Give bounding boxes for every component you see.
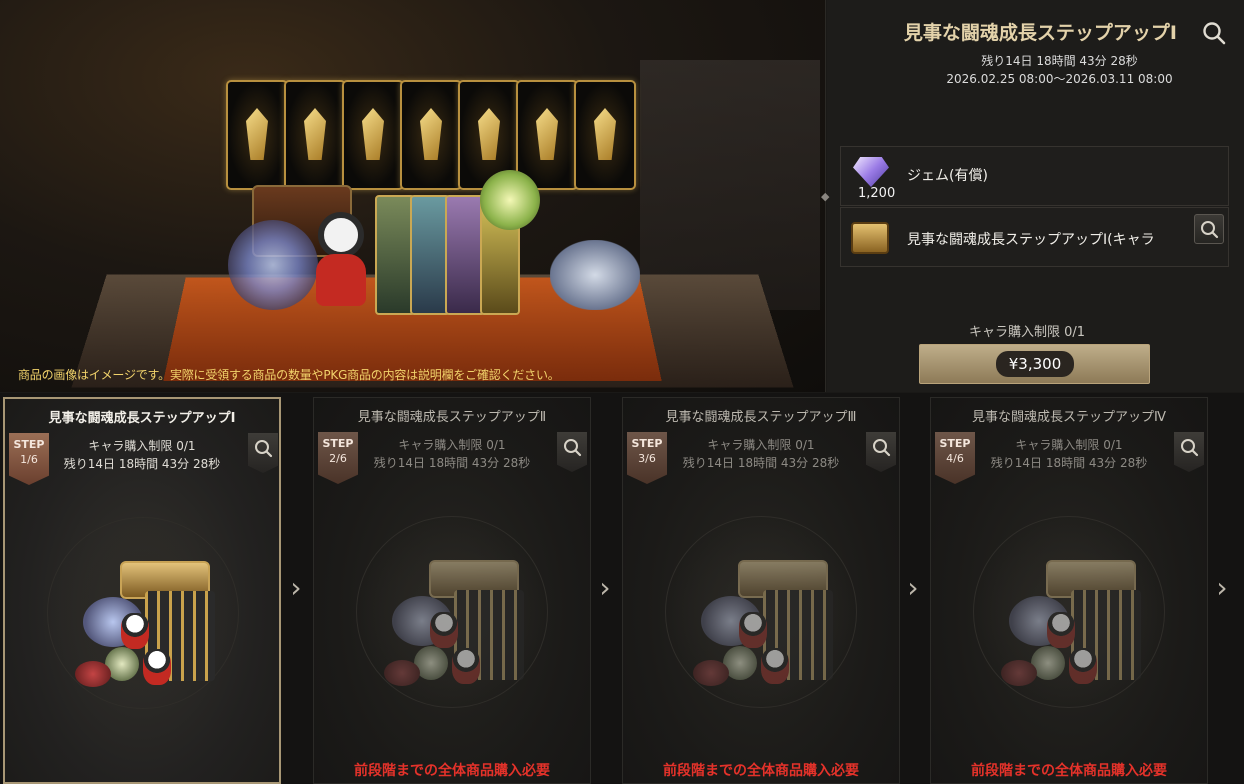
package-title: 見事な闘魂成長ステップアップⅠ [903, 22, 1177, 44]
search-icon [873, 439, 891, 457]
cat-doll-decoration [310, 212, 372, 307]
scroll-right-arrow[interactable]: › [1213, 573, 1231, 603]
chevron-right-icon: › [290, 571, 302, 604]
package-item-row: 見事な闘魂成長ステップアップⅠ(キャラ [840, 207, 1229, 267]
shop-package-screen: 商品の画像はイメージです。実際に受領する商品の数量やPKG商品の内容は説明欄をご… [0, 0, 1244, 784]
wings-decoration [550, 240, 640, 310]
panel-divider-handle: ◆ [821, 190, 830, 203]
step-detail-button[interactable] [866, 432, 896, 472]
search-icon [564, 439, 582, 457]
gem-icon [853, 157, 889, 187]
step-remaining-time: 残り14日 18時間 43分 28秒 [990, 456, 1148, 470]
step-title: 見事な闘魂成長ステップアップⅡ [357, 410, 547, 425]
package-item-row: 1,200 ジェム(有償) [840, 146, 1229, 206]
item-label: 見事な闘魂成長ステップアップⅠ(キャラ [907, 232, 1155, 248]
step-remaining-time: 残り14日 18時間 43分 28秒 [63, 457, 221, 471]
search-icon[interactable] [1201, 20, 1227, 46]
background-wall [640, 60, 820, 310]
card-decoration [342, 80, 404, 190]
remaining-time: 残り14日 18時間 43分 28秒 [981, 54, 1138, 68]
bundle-image [693, 560, 833, 690]
item-count: 1,200 [858, 186, 896, 201]
purchase-requirement-warning: 前段階までの全体商品購入必要 [663, 763, 859, 779]
step-title: 見事な闘魂成長ステップアップⅠ [48, 411, 236, 426]
orb-decoration [480, 170, 540, 230]
bundle-image [75, 561, 215, 691]
item-detail-button[interactable] [1194, 214, 1224, 244]
step-remaining-time: 残り14日 18時間 43分 28秒 [682, 456, 840, 470]
chevron-right-icon: › [907, 571, 919, 604]
step-purchase-limit: キャラ購入制限 0/1 [398, 438, 506, 452]
package-banner-image: 商品の画像はイメージです。実際に受領する商品の数量やPKG商品の内容は説明欄をご… [0, 0, 826, 392]
step-detail-button[interactable] [1174, 432, 1204, 472]
step-remaining-time: 残り14日 18時間 43分 28秒 [373, 456, 531, 470]
step-card-3[interactable]: 見事な闘魂成長ステップアップⅢ STEP 3/6 キャラ購入制限 0/1 残り1… [622, 397, 900, 784]
bundle-image [384, 560, 524, 690]
chevron-right-icon: › [599, 571, 611, 604]
step-list: 見事な闘魂成長ステップアップⅠ STEP 1/6 キャラ購入制限 0/1 残り1… [0, 393, 1244, 784]
step-purchase-limit: キャラ購入制限 0/1 [88, 439, 196, 453]
search-icon [1201, 221, 1219, 239]
card-stack-decoration [226, 70, 646, 200]
step-title: 見事な闘魂成長ステップアップⅣ [972, 410, 1166, 425]
colored-card-decoration [445, 195, 485, 315]
sale-period: 2026.02.25 08:00～2026.03.11 08:00 [946, 72, 1173, 86]
card-decoration [226, 80, 288, 190]
step-detail-button[interactable] [557, 432, 587, 472]
treasure-box-icon [851, 222, 889, 254]
card-decoration [284, 80, 346, 190]
colored-card-decoration [410, 195, 450, 315]
step-purchase-limit: キャラ購入制限 0/1 [707, 438, 815, 452]
bundle-image [1001, 560, 1141, 690]
purchase-limit: キャラ購入制限 0/1 [968, 325, 1086, 340]
step-title: 見事な闘魂成長ステップアップⅢ [665, 410, 857, 425]
item-label: ジェム(有償) [907, 168, 988, 184]
purchase-button[interactable]: ¥3,300 [919, 344, 1150, 384]
gem-bag-decoration [228, 220, 318, 310]
card-decoration [574, 80, 636, 190]
purchase-requirement-warning: 前段階までの全体商品購入必要 [971, 763, 1167, 779]
step-card-2[interactable]: 見事な闘魂成長ステップアップⅡ STEP 2/6 キャラ購入制限 0/1 残り1… [313, 397, 591, 784]
step-detail-button[interactable] [248, 433, 278, 473]
purchase-requirement-warning: 前段階までの全体商品購入必要 [354, 763, 550, 779]
step-purchase-limit: キャラ購入制限 0/1 [1015, 438, 1123, 452]
step-card-1[interactable]: 見事な闘魂成長ステップアップⅠ STEP 1/6 キャラ購入制限 0/1 残り1… [3, 397, 281, 784]
card-decoration [400, 80, 462, 190]
step-card-4[interactable]: 見事な闘魂成長ステップアップⅣ STEP 4/6 キャラ購入制限 0/1 残り1… [930, 397, 1208, 784]
colored-card-decoration [375, 195, 415, 315]
package-detail-panel: ◆ 見事な闘魂成長ステップアップⅠ 残り14日 18時間 43分 28秒 202… [821, 0, 1244, 392]
price-label: ¥3,300 [996, 351, 1074, 377]
image-disclaimer: 商品の画像はイメージです。実際に受領する商品の数量やPKG商品の内容は説明欄をご… [18, 368, 560, 382]
search-icon [255, 440, 273, 458]
search-icon [1181, 439, 1199, 457]
